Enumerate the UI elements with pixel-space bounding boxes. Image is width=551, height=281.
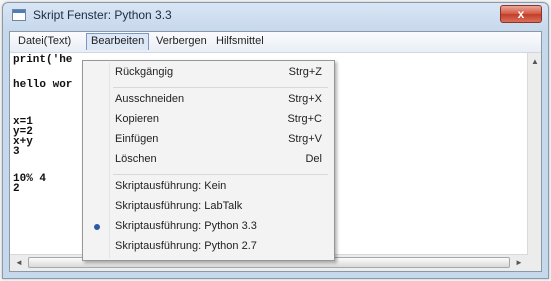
title-bar[interactable]: Skript Fenster: Python 3.3 x bbox=[3, 3, 548, 29]
window-title: Skript Fenster: Python 3.3 bbox=[33, 8, 172, 22]
menu-item-label: Rückgängig bbox=[115, 66, 174, 78]
menu-item-shortcut: Strg+V bbox=[288, 133, 322, 145]
menu-bar: Datei(Text) Bearbeiten Verbergen Hilfsmi… bbox=[10, 32, 541, 53]
menu-item-script-python27[interactable]: Skriptausführung: Python 2.7 bbox=[85, 237, 332, 257]
menu-item-copy[interactable]: Kopieren Strg+C bbox=[85, 110, 332, 130]
selected-radio-icon bbox=[94, 224, 100, 230]
code-line: print('he bbox=[13, 54, 73, 66]
menu-item-shortcut: Strg+C bbox=[287, 113, 322, 125]
bearbeiten-dropdown-menu: Rückgängig Strg+Z Ausschneiden Strg+X Ko… bbox=[82, 60, 335, 261]
menu-item-label: Skriptausführung: Python 3.3 bbox=[115, 220, 257, 232]
menu-datei[interactable]: Datei(Text) bbox=[14, 33, 75, 50]
code-line: 2 bbox=[13, 183, 20, 195]
menu-item-shortcut: Del bbox=[305, 153, 322, 165]
menu-item-script-labtalk[interactable]: Skriptausführung: LabTalk bbox=[85, 197, 332, 217]
app-icon bbox=[12, 9, 26, 21]
menu-item-label: Skriptausführung: Kein bbox=[115, 180, 227, 192]
code-line: hello wor bbox=[13, 79, 73, 91]
menu-item-undo[interactable]: Rückgängig Strg+Z bbox=[85, 63, 332, 83]
scroll-corner bbox=[528, 255, 541, 271]
menu-item-script-python33[interactable]: Skriptausführung: Python 3.3 bbox=[85, 217, 332, 237]
menu-item-shortcut: Strg+Z bbox=[288, 66, 322, 78]
menu-verbergen[interactable]: Verbergen bbox=[152, 33, 211, 50]
menu-item-shortcut: Strg+X bbox=[288, 93, 322, 105]
menu-item-paste[interactable]: Einfügen Strg+V bbox=[85, 130, 332, 150]
menu-item-label: Kopieren bbox=[115, 113, 160, 125]
menu-hilfsmittel[interactable]: Hilfsmittel bbox=[212, 33, 268, 50]
menu-item-script-none[interactable]: Skriptausführung: Kein bbox=[85, 177, 332, 197]
menu-item-cut[interactable]: Ausschneiden Strg+X bbox=[85, 90, 332, 110]
menu-item-delete[interactable]: Löschen Del bbox=[85, 150, 332, 170]
scroll-right-icon[interactable]: ► bbox=[515, 258, 523, 267]
code-line: 3 bbox=[13, 146, 20, 158]
menu-bearbeiten[interactable]: Bearbeiten bbox=[86, 33, 150, 50]
menu-item-label: Einfügen bbox=[115, 133, 159, 145]
menu-item-label: Löschen bbox=[115, 153, 157, 165]
scroll-left-icon[interactable]: ◄ bbox=[15, 258, 23, 267]
close-button[interactable]: x bbox=[500, 5, 542, 23]
menu-separator bbox=[113, 87, 328, 88]
scroll-up-icon[interactable]: ▲ bbox=[531, 57, 539, 66]
menu-separator bbox=[113, 174, 328, 175]
menu-item-label: Ausschneiden bbox=[115, 93, 185, 105]
vertical-scrollbar[interactable]: ▲ bbox=[527, 53, 541, 256]
menu-item-label: Skriptausführung: LabTalk bbox=[115, 200, 243, 212]
menu-item-label: Skriptausführung: Python 2.7 bbox=[115, 240, 257, 252]
